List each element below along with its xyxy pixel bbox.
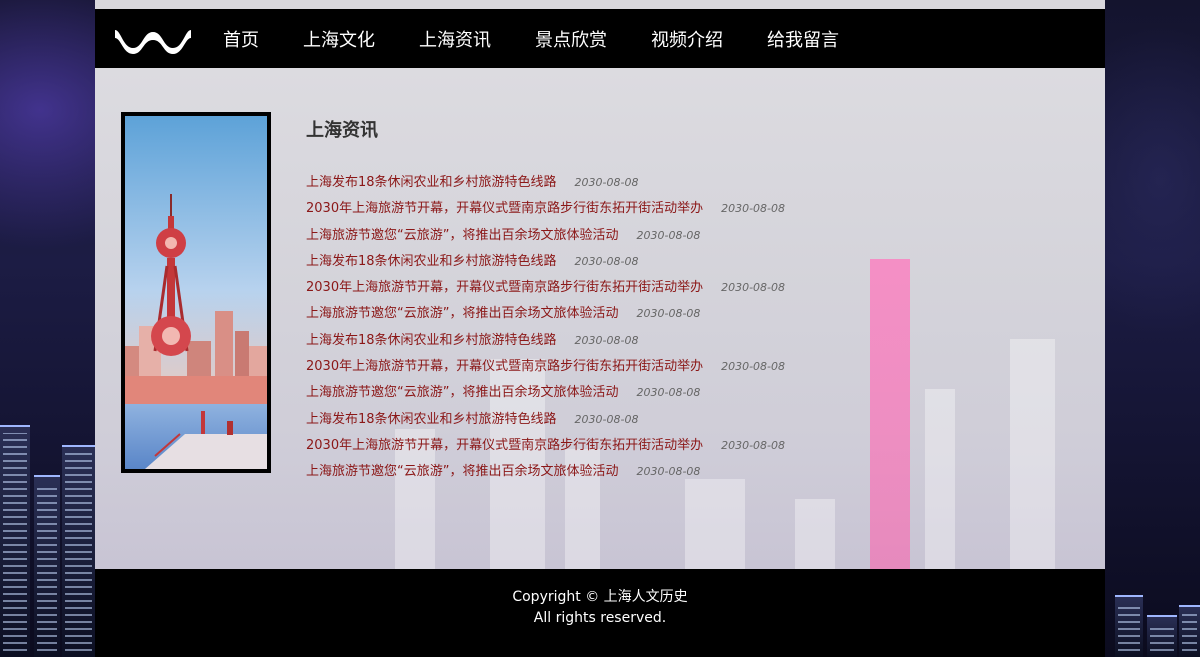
- news-link[interactable]: 上海发布18条休闲农业和乡村旅游特色线路: [306, 254, 557, 269]
- news-date: 2030-08-08: [574, 333, 639, 347]
- background-building: [1147, 615, 1177, 657]
- nav-item-scenery[interactable]: 景点欣赏: [535, 26, 607, 52]
- background-building: [1179, 605, 1200, 657]
- nav-item-message[interactable]: 给我留言: [767, 26, 839, 52]
- nav-item-news[interactable]: 上海资讯: [419, 26, 491, 52]
- nav-item-culture[interactable]: 上海文化: [303, 26, 375, 52]
- news-date: 2030-08-08: [574, 176, 639, 189]
- background-building: [1115, 595, 1143, 657]
- news-date: 2030-08-08: [574, 254, 639, 268]
- wave-logo-icon[interactable]: [113, 24, 193, 54]
- news-date: 2030-08-08: [574, 412, 639, 426]
- background-city-left: [0, 377, 95, 657]
- side-image-oriental-pearl-tower: [121, 112, 271, 473]
- list-item: 上海发布18条休闲农业和乡村旅游特色线路 2030-08-08: [306, 170, 1006, 196]
- footer-rights: All rights reserved.: [533, 610, 667, 626]
- news-link[interactable]: 上海旅游节邀您“云旅游”，将推出百余场文旅体验活动: [306, 306, 618, 321]
- list-item: 上海旅游节邀您“云旅游”，将推出百余场文旅体验活动 2030-08-08: [306, 380, 1006, 406]
- background-city-right: [1105, 377, 1200, 657]
- footer: Copyright © 上海人文历史 All rights reserved.: [95, 569, 1105, 657]
- nav-item-video[interactable]: 视频介绍: [651, 26, 723, 52]
- list-item: 上海发布18条休闲农业和乡村旅游特色线路 2030-08-08: [306, 328, 1006, 354]
- nav-item-home[interactable]: 首页: [223, 26, 259, 52]
- background-building: [34, 475, 60, 657]
- list-item: 上海旅游节邀您“云旅游”，将推出百余场文旅体验活动 2030-08-08: [306, 459, 1006, 485]
- news-link[interactable]: 上海旅游节邀您“云旅游”，将推出百余场文旅体验活动: [306, 228, 618, 243]
- news-link[interactable]: 2030年上海旅游节开幕，开幕仪式暨南京路步行街东拓开街活动举办: [306, 438, 703, 453]
- page-container: 首页 上海文化 上海资讯 景点欣赏 视频介绍 给我留言 上海资讯 上海发布18条…: [95, 0, 1105, 657]
- news-date: 2030-08-08: [721, 360, 786, 374]
- tower-illustration: [125, 116, 267, 469]
- news-link[interactable]: 上海旅游节邀您“云旅游”，将推出百余场文旅体验活动: [306, 464, 618, 479]
- news-list: 上海发布18条休闲农业和乡村旅游特色线路 2030-08-08 2030年上海旅游…: [306, 170, 1006, 486]
- news-link[interactable]: 上海发布18条休闲农业和乡村旅游特色线路: [306, 333, 557, 348]
- news-date: 2030-08-08: [636, 386, 701, 400]
- news-link[interactable]: 2030年上海旅游节开幕，开幕仪式暨南京路步行街东拓开街活动举办: [306, 359, 703, 374]
- list-item: 2030年上海旅游节开幕，开幕仪式暨南京路步行街东拓开街活动举办 2030-08-…: [306, 433, 1006, 459]
- main-content: 上海资讯 上海发布18条休闲农业和乡村旅游特色线路 2030-08-08 2030…: [95, 68, 1105, 569]
- news-link[interactable]: 上海发布18条休闲农业和乡村旅游特色线路: [306, 175, 557, 190]
- background-building: [0, 425, 30, 657]
- list-item: 上海发布18条休闲农业和乡村旅游特色线路 2030-08-08: [306, 407, 1006, 433]
- background-skyline: [795, 499, 835, 569]
- news-link[interactable]: 2030年上海旅游节开幕，开幕仪式暨南京路步行街东拓开街活动举办: [306, 201, 703, 216]
- footer-copyright: Copyright © 上海人文历史: [512, 589, 688, 605]
- news-date: 2030-08-08: [721, 202, 786, 216]
- background-building: [62, 445, 95, 657]
- news-date: 2030-08-08: [636, 228, 701, 242]
- main-nav: 首页 上海文化 上海资讯 景点欣赏 视频介绍 给我留言: [95, 9, 1105, 68]
- background-skyline: [1010, 339, 1055, 569]
- list-item: 2030年上海旅游节开幕，开幕仪式暨南京路步行街东拓开街活动举办 2030-08-…: [306, 275, 1006, 301]
- list-item: 2030年上海旅游节开幕，开幕仪式暨南京路步行街东拓开街活动举办 2030-08-…: [306, 196, 1006, 222]
- news-date: 2030-08-08: [636, 307, 701, 321]
- news-link[interactable]: 2030年上海旅游节开幕，开幕仪式暨南京路步行街东拓开街活动举办: [306, 280, 703, 295]
- news-link[interactable]: 上海发布18条休闲农业和乡村旅游特色线路: [306, 412, 557, 427]
- list-item: 上海发布18条休闲农业和乡村旅游特色线路 2030-08-08: [306, 249, 1006, 275]
- background-skyline: [685, 479, 745, 569]
- news-link[interactable]: 上海旅游节邀您“云旅游”，将推出百余场文旅体验活动: [306, 385, 618, 400]
- news-date: 2030-08-08: [721, 281, 786, 295]
- list-item: 上海旅游节邀您“云旅游”，将推出百余场文旅体验活动 2030-08-08: [306, 301, 1006, 327]
- list-item: 2030年上海旅游节开幕，开幕仪式暨南京路步行街东拓开街活动举办 2030-08-…: [306, 354, 1006, 380]
- news-section: 上海资讯 上海发布18条休闲农业和乡村旅游特色线路 2030-08-08 2030…: [306, 116, 1006, 486]
- list-item: 上海旅游节邀您“云旅游”，将推出百余场文旅体验活动 2030-08-08: [306, 223, 1006, 249]
- news-date: 2030-08-08: [636, 465, 701, 479]
- news-section-title: 上海资讯: [306, 120, 378, 141]
- news-date: 2030-08-08: [721, 438, 786, 452]
- top-strip: [95, 0, 1105, 9]
